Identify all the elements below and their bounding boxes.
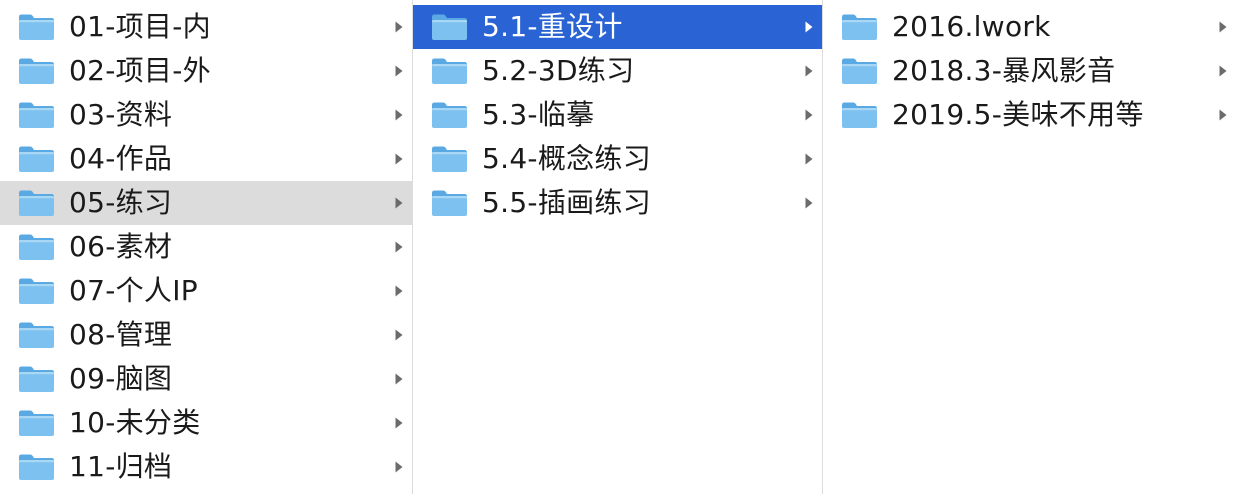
- folder-row-11[interactable]: 11-归档: [0, 445, 412, 489]
- folder-icon: [431, 189, 468, 217]
- folder-icon: [18, 13, 55, 41]
- chevron-right-icon: [392, 401, 406, 445]
- folder-row-5-1[interactable]: 5.1-重设计: [413, 5, 822, 49]
- chevron-right-icon: [392, 269, 406, 313]
- folder-icon: [18, 233, 55, 261]
- chevron-right-icon: [802, 49, 816, 93]
- chevron-right-icon: [392, 225, 406, 269]
- folder-label: 5.2-3D练习: [482, 54, 635, 87]
- folder-row-04[interactable]: 04-作品: [0, 137, 412, 181]
- folder-icon: [18, 57, 55, 85]
- chevron-right-icon: [1216, 49, 1230, 93]
- folder-icon: [431, 101, 468, 129]
- folder-label: 04-作品: [69, 142, 173, 175]
- folder-icon: [18, 409, 55, 437]
- folder-row-06[interactable]: 06-素材: [0, 225, 412, 269]
- folder-icon: [431, 13, 468, 41]
- folder-row-05[interactable]: 05-练习: [0, 181, 412, 225]
- folder-row-5-4[interactable]: 5.4-概念练习: [413, 137, 822, 181]
- folder-label: 2018.3-暴风影音: [892, 54, 1116, 87]
- column-3[interactable]: 2016.lwork 2018.3-暴风影音 2019.5-美味不用等: [823, 0, 1236, 494]
- folder-label: 05-练习: [69, 186, 173, 219]
- folder-icon: [431, 145, 468, 173]
- column-2[interactable]: 5.1-重设计 5.2-3D练习 5.3-临摹 5.4-概念练习 5.5-插画练…: [413, 0, 823, 494]
- chevron-right-icon: [392, 137, 406, 181]
- folder-row-2016[interactable]: 2016.lwork: [823, 5, 1236, 49]
- folder-label: 5.4-概念练习: [482, 142, 652, 175]
- folder-row-02[interactable]: 02-项目-外: [0, 49, 412, 93]
- folder-label: 01-项目-内: [69, 10, 211, 43]
- folder-label: 10-未分类: [69, 406, 201, 439]
- chevron-right-icon: [392, 357, 406, 401]
- folder-label: 2016.lwork: [892, 10, 1051, 43]
- folder-icon: [18, 453, 55, 481]
- folder-row-07[interactable]: 07-个人IP: [0, 269, 412, 313]
- folder-row-08[interactable]: 08-管理: [0, 313, 412, 357]
- folder-label: 06-素材: [69, 230, 173, 263]
- chevron-right-icon: [1216, 93, 1230, 137]
- folder-label: 5.3-临摹: [482, 98, 595, 131]
- folder-icon: [18, 277, 55, 305]
- folder-row-2018[interactable]: 2018.3-暴风影音: [823, 49, 1236, 93]
- finder-column-browser: 01-项目-内 02-项目-外 03-资料 04-作品 05-练习 06-素材: [0, 0, 1236, 494]
- chevron-right-icon: [802, 137, 816, 181]
- chevron-right-icon: [802, 93, 816, 137]
- folder-row-10[interactable]: 10-未分类: [0, 401, 412, 445]
- folder-icon: [18, 365, 55, 393]
- folder-icon: [18, 145, 55, 173]
- folder-label: 03-资料: [69, 98, 173, 131]
- folder-icon: [841, 57, 878, 85]
- chevron-right-icon: [392, 313, 406, 357]
- folder-icon: [18, 101, 55, 129]
- folder-icon: [841, 13, 878, 41]
- chevron-right-icon: [1216, 5, 1230, 49]
- folder-row-2019[interactable]: 2019.5-美味不用等: [823, 93, 1236, 137]
- folder-label: 5.1-重设计: [482, 10, 623, 43]
- chevron-right-icon: [802, 5, 816, 49]
- folder-row-5-3[interactable]: 5.3-临摹: [413, 93, 822, 137]
- folder-row-01[interactable]: 01-项目-内: [0, 5, 412, 49]
- folder-label: 5.5-插画练习: [482, 186, 652, 219]
- chevron-right-icon: [392, 49, 406, 93]
- folder-row-5-2[interactable]: 5.2-3D练习: [413, 49, 822, 93]
- folder-row-09[interactable]: 09-脑图: [0, 357, 412, 401]
- chevron-right-icon: [392, 5, 406, 49]
- folder-row-03[interactable]: 03-资料: [0, 93, 412, 137]
- folder-icon: [18, 189, 55, 217]
- folder-icon: [841, 101, 878, 129]
- folder-label: 07-个人IP: [69, 274, 198, 307]
- folder-label: 02-项目-外: [69, 54, 211, 87]
- chevron-right-icon: [392, 93, 406, 137]
- folder-row-5-5[interactable]: 5.5-插画练习: [413, 181, 822, 225]
- folder-icon: [431, 57, 468, 85]
- column-1[interactable]: 01-项目-内 02-项目-外 03-资料 04-作品 05-练习 06-素材: [0, 0, 413, 494]
- folder-label: 08-管理: [69, 318, 173, 351]
- folder-icon: [18, 321, 55, 349]
- folder-label: 2019.5-美味不用等: [892, 98, 1144, 131]
- chevron-right-icon: [802, 181, 816, 225]
- folder-label: 09-脑图: [69, 362, 173, 395]
- folder-label: 11-归档: [69, 450, 173, 483]
- chevron-right-icon: [392, 445, 406, 489]
- chevron-right-icon: [392, 181, 406, 225]
